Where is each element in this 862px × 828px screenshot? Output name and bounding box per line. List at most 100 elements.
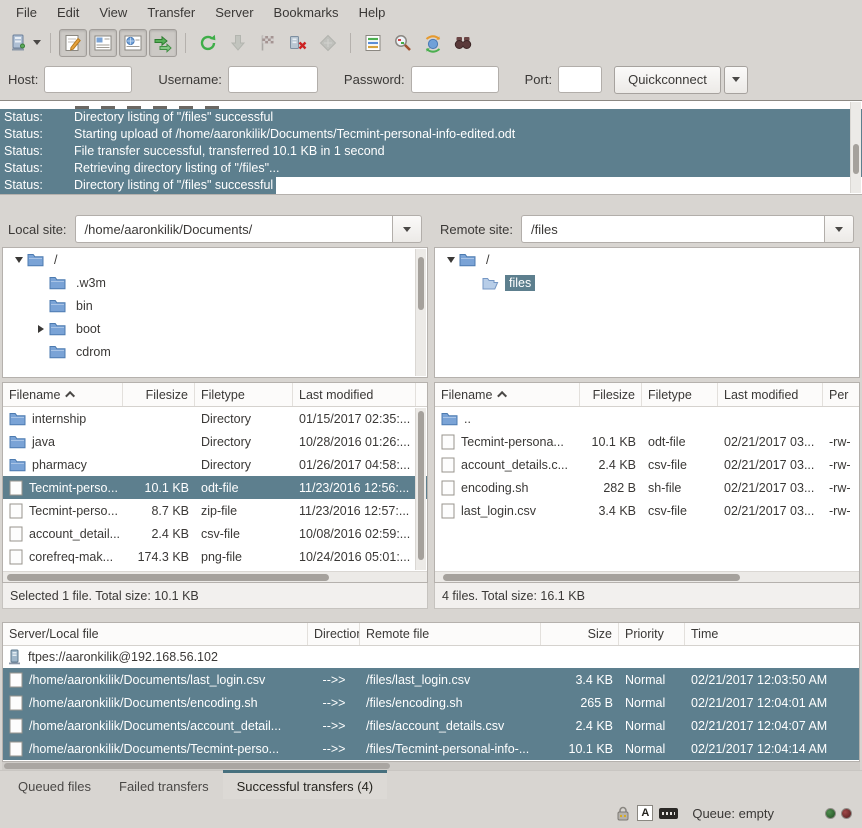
file-row[interactable]: pharmacyDirectory01/26/2017 04:58:... — [3, 453, 427, 476]
file-row[interactable]: internshipDirectory01/15/2017 02:35:... — [3, 407, 427, 430]
scrollbar-thumb[interactable] — [443, 574, 740, 581]
transfer-row[interactable]: /home/aaronkilik/Documents/account_detai… — [3, 714, 859, 737]
local-site-value[interactable]: /home/aaronkilik/Documents/ — [75, 215, 392, 243]
queue-column-header-direction[interactable]: Direction — [308, 623, 360, 645]
file-row[interactable]: Tecmint-persona...10.1 KBodt-file02/21/2… — [435, 430, 859, 453]
file-row[interactable]: Tecmint-perso...8.7 KBzip-file11/23/2016… — [3, 499, 427, 522]
menu-item-server[interactable]: Server — [205, 0, 263, 26]
scrollbar-thumb[interactable] — [418, 411, 424, 560]
log-row[interactable]: Status:Starting upload of /home/aaronkil… — [0, 126, 862, 143]
transfer-row[interactable]: /home/aaronkilik/Documents/last_login.cs… — [3, 668, 859, 691]
menu-item-help[interactable]: Help — [349, 0, 396, 26]
find-files-button[interactable] — [449, 29, 477, 57]
site-manager-button[interactable] — [7, 29, 42, 57]
list-vertical-scrollbar[interactable] — [415, 408, 426, 570]
local-site-combo[interactable]: /home/aaronkilik/Documents/ — [75, 215, 422, 243]
remote-site-dropdown-button[interactable] — [824, 215, 854, 243]
tab-queued-files[interactable]: Queued files — [4, 770, 105, 799]
local-horizontal-scrollbar[interactable] — [3, 571, 427, 582]
log-row[interactable]: Status:File transfer successful, transfe… — [0, 143, 862, 160]
cancel-button[interactable] — [254, 29, 282, 57]
column-header-filetype[interactable]: Filetype — [195, 383, 293, 406]
log-row[interactable]: Status:Directory listing of "/files" suc… — [0, 109, 862, 126]
menu-item-bookmarks[interactable]: Bookmarks — [264, 0, 349, 26]
quickconnect-dropdown-button[interactable] — [724, 66, 748, 94]
toggle-message-log-button[interactable] — [59, 29, 87, 57]
file-row[interactable]: account_details.c...2.4 KBcsv-file02/21/… — [435, 453, 859, 476]
menu-item-file[interactable]: File — [6, 0, 47, 26]
lock-icon[interactable] — [615, 806, 631, 821]
toggle-remote-tree-button[interactable] — [119, 29, 147, 57]
toggle-local-tree-button[interactable] — [89, 29, 117, 57]
tree-expander-icon[interactable] — [11, 257, 27, 263]
reconnect-button[interactable] — [314, 29, 342, 57]
local-site-dropdown-button[interactable] — [392, 215, 422, 243]
file-row[interactable]: .. — [435, 407, 859, 430]
column-header-last-modified[interactable]: Last modified — [718, 383, 823, 406]
queue-column-header-server-local-file[interactable]: Server/Local file — [3, 623, 308, 645]
file-row[interactable]: account_detail...2.4 KBcsv-file10/08/201… — [3, 522, 427, 545]
queue-column-header-size[interactable]: Size — [541, 623, 619, 645]
queue-server-row[interactable]: ftpes://aaronkilik@192.168.56.102 — [3, 646, 859, 668]
speed-limit-icon[interactable] — [659, 808, 678, 819]
tree-item-[interactable]: / — [3, 248, 427, 271]
host-input[interactable] — [44, 66, 132, 93]
queue-column-header-priority[interactable]: Priority — [619, 623, 685, 645]
scrollbar-thumb[interactable] — [7, 574, 329, 581]
menu-item-view[interactable]: View — [89, 0, 137, 26]
transfer-row[interactable]: /home/aaronkilik/Documents/Tecmint-perso… — [3, 737, 859, 760]
toggle-transfer-queue-button[interactable] — [149, 29, 177, 57]
scrollbar-thumb[interactable] — [418, 257, 424, 310]
tab-successful-transfers-4-[interactable]: Successful transfers (4) — [223, 770, 388, 799]
remote-site-value[interactable]: /files — [521, 215, 824, 243]
menu-item-edit[interactable]: Edit — [47, 0, 89, 26]
file-row[interactable]: javaDirectory10/28/2016 01:26:... — [3, 430, 427, 453]
tree-expander-icon[interactable] — [443, 257, 459, 263]
file-row[interactable]: Tecmint-perso...10.1 KBodt-file11/23/201… — [3, 476, 427, 499]
column-header-filename[interactable]: Filename — [3, 383, 123, 406]
quickconnect-button[interactable]: Quickconnect — [614, 66, 721, 94]
tree-item-boot[interactable]: boot — [3, 317, 427, 340]
synchronized-browsing-button[interactable] — [419, 29, 447, 57]
remote-site-combo[interactable]: /files — [521, 215, 854, 243]
tree-vertical-scrollbar[interactable] — [415, 249, 426, 376]
process-queue-button[interactable] — [224, 29, 252, 57]
data-type-indicator-icon[interactable]: A — [637, 805, 653, 821]
remote-horizontal-scrollbar[interactable] — [435, 571, 859, 582]
scrollbar-thumb[interactable] — [853, 144, 859, 174]
tree-item-bin[interactable]: bin — [3, 294, 427, 317]
column-header-per[interactable]: Per — [823, 383, 860, 406]
tree-item-[interactable]: / — [435, 248, 859, 271]
refresh-button[interactable] — [194, 29, 222, 57]
column-header-filesize[interactable]: Filesize — [123, 383, 195, 406]
disconnect-button[interactable] — [284, 29, 312, 57]
queue-horizontal-scrollbar[interactable] — [2, 762, 860, 770]
log-row[interactable]: Status:Directory listing of "/files" suc… — [0, 177, 862, 194]
transfer-cell-size: 2.4 KB — [541, 719, 619, 733]
password-input[interactable] — [411, 66, 499, 93]
tree-item-w3m[interactable]: .w3m — [3, 271, 427, 294]
column-header-filename[interactable]: Filename — [435, 383, 580, 406]
file-row[interactable]: encoding.sh282 Bsh-file02/21/2017 03...-… — [435, 476, 859, 499]
port-input[interactable] — [558, 66, 602, 93]
menu-item-transfer[interactable]: Transfer — [137, 0, 205, 26]
queue-column-header-time[interactable]: Time — [685, 623, 860, 645]
transfer-row[interactable]: /home/aaronkilik/Documents/encoding.sh--… — [3, 691, 859, 714]
file-icon — [9, 503, 23, 519]
username-input[interactable] — [228, 66, 318, 93]
log-row[interactable]: Status:Retrieving directory listing of "… — [0, 160, 862, 177]
file-row[interactable]: corefreq-mak...174.3 KBpng-file10/24/201… — [3, 545, 427, 568]
queue-column-header-remote-file[interactable]: Remote file — [360, 623, 541, 645]
directory-filter-button[interactable] — [359, 29, 387, 57]
tab-failed-transfers[interactable]: Failed transfers — [105, 770, 223, 799]
tree-item-cdrom[interactable]: cdrom — [3, 340, 427, 363]
tree-expander-icon[interactable] — [33, 325, 49, 333]
scrollbar-thumb[interactable] — [4, 763, 390, 769]
column-header-filesize[interactable]: Filesize — [580, 383, 642, 406]
file-row[interactable]: last_login.csv3.4 KBcsv-file02/21/2017 0… — [435, 499, 859, 522]
directory-comparison-button[interactable] — [389, 29, 417, 57]
column-header-filetype[interactable]: Filetype — [642, 383, 718, 406]
column-header-last-modified[interactable]: Last modified — [293, 383, 416, 406]
tree-item-files[interactable]: files — [435, 271, 859, 294]
log-vertical-scrollbar[interactable] — [850, 102, 861, 193]
